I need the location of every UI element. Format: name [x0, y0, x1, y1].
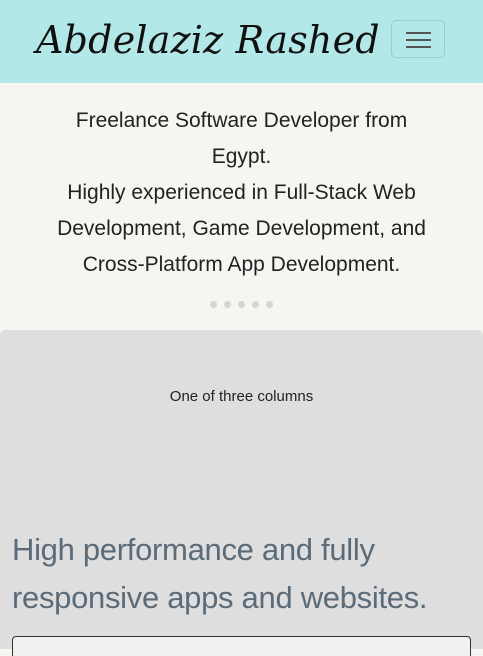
hero-line: Highly experienced in Full-Stack Web [67, 181, 416, 204]
hero-line: Freelance Software Developer from [75, 109, 408, 132]
carousel-indicators [0, 301, 483, 311]
hero-line: Cross-Platform App Development. [82, 253, 401, 276]
hero-carousel: Freelance Software Developer from Egypt.… [0, 83, 483, 330]
content-card [12, 636, 471, 656]
hero-line: Egypt. [211, 145, 272, 168]
headline-line: High performance and fully [12, 532, 375, 567]
navbar-toggler-button[interactable] [391, 20, 445, 58]
column-label: One of three columns [169, 388, 314, 405]
features-section: One of three columns High performance an… [0, 330, 483, 656]
carousel-indicator-2[interactable] [224, 301, 231, 308]
carousel-indicator-5[interactable] [266, 301, 273, 308]
section-headline: High performance and fully responsive ap… [12, 526, 462, 622]
carousel-indicator-4[interactable] [252, 301, 259, 308]
brand-logo-text[interactable]: Abdelaziz Rashed [36, 14, 380, 66]
headline-line: responsive apps and websites. [12, 580, 428, 615]
navbar: Abdelaziz Rashed [0, 0, 483, 83]
hero-line: Development, Game Development, and [57, 217, 426, 240]
carousel-indicator-1[interactable] [210, 301, 217, 308]
carousel-indicator-3[interactable] [238, 301, 245, 308]
hero-caption: Freelance Software Developer from Egypt.… [30, 103, 453, 283]
